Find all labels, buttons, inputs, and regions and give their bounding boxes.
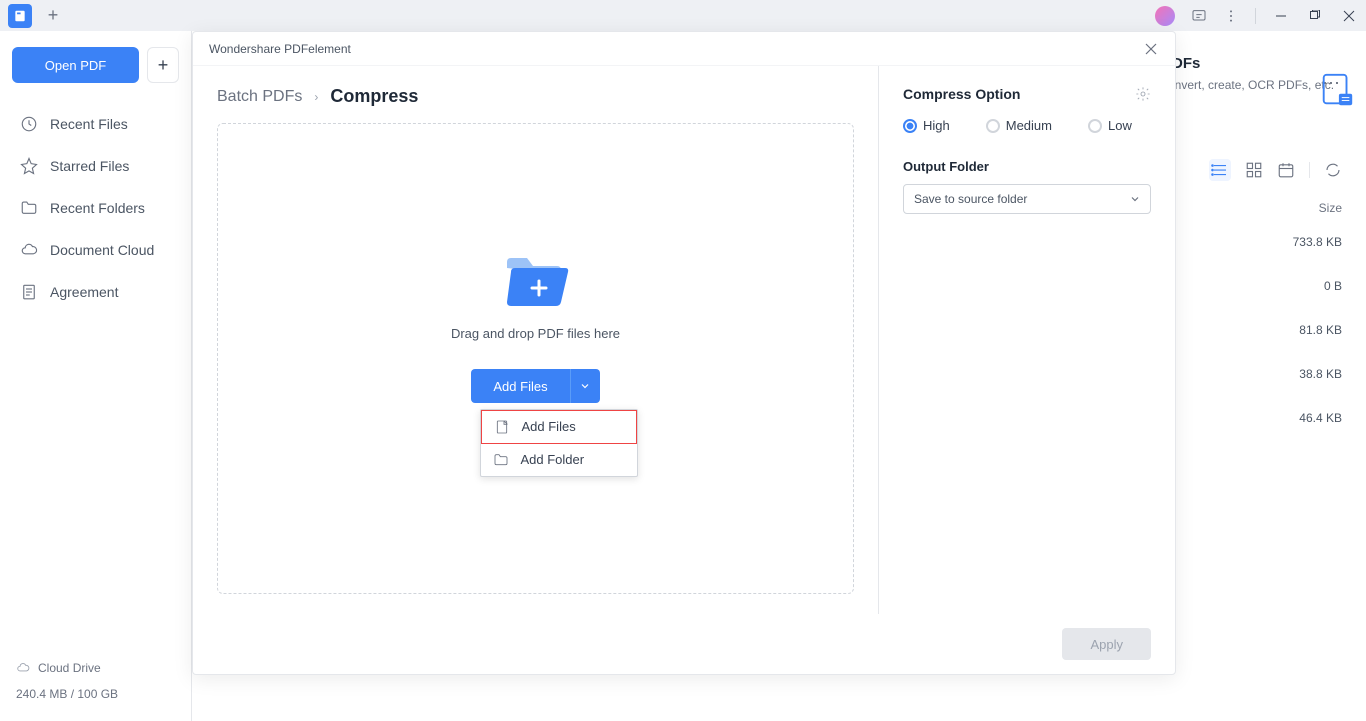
storage-usage: 240.4 MB / 100 GB [12,683,179,705]
cloud-small-icon [16,661,30,675]
sidebar-bottom: Cloud Drive 240.4 MB / 100 GB [12,653,179,705]
add-files-button[interactable]: Add Files [471,369,569,403]
file-size-value: 38.8 KB [1293,367,1342,381]
sidebar-item-recent-files[interactable]: Recent Files [12,103,179,145]
apply-button[interactable]: Apply [1062,628,1151,660]
add-files-menu: Add Files Add Folder [480,409,638,477]
radio-low[interactable]: Low [1088,118,1132,133]
breadcrumb: Batch PDFs › Compress [217,86,854,107]
select-value: Save to source folder [914,192,1027,206]
chevron-down-icon [1130,194,1140,204]
toolbar-divider [1309,162,1310,178]
sidebar: Open PDF + Recent Files Starred Files Re… [0,31,192,721]
menu-item-label: Add Files [522,419,576,434]
add-files-split-button: Add Files [471,369,599,403]
sidebar-item-recent-folders[interactable]: Recent Folders [12,187,179,229]
file-size-value: 0 B [1293,279,1342,293]
titlebar-divider [1255,8,1256,24]
banner-desc: convert, create, OCR PDFs, etc. [1162,76,1342,94]
banner-title: PDFs [1162,55,1342,72]
chevron-down-icon [580,381,590,391]
sidebar-item-label: Recent Folders [50,200,145,216]
document-icon [20,283,38,301]
user-avatar[interactable] [1155,6,1175,26]
modal-footer: Apply [193,614,1175,674]
sidebar-item-label: Agreement [50,284,118,300]
column-header-size: Size [1319,201,1342,215]
maximize-button[interactable] [1306,7,1324,25]
refresh-icon[interactable] [1324,161,1342,179]
grid-view-icon[interactable] [1245,161,1263,179]
file-size-value: 81.8 KB [1293,323,1342,337]
radio-high[interactable]: High [903,118,950,133]
calendar-icon[interactable] [1277,161,1295,179]
add-files-dropdown-toggle[interactable] [570,369,600,403]
dropzone-text: Drag and drop PDF files here [451,326,620,341]
sidebar-item-document-cloud[interactable]: Document Cloud [12,229,179,271]
titlebar-right [1155,6,1358,26]
clock-icon [20,115,38,133]
file-size-list: 733.8 KB 0 B 81.8 KB 38.8 KB 46.4 KB [1293,235,1342,425]
modal-body: Batch PDFs › Compress Drag and drop PDF … [193,66,1175,614]
gear-icon[interactable] [1135,86,1151,102]
sidebar-item-starred-files[interactable]: Starred Files [12,145,179,187]
kebab-icon[interactable] [1223,8,1239,24]
chevron-right-icon: › [314,90,318,104]
output-folder-label: Output Folder [903,159,1151,174]
radio-dot-icon [986,119,1000,133]
radio-dot-icon [1088,119,1102,133]
sidebar-item-label: Recent Files [50,116,128,132]
titlebar: + [0,0,1366,31]
view-toolbar [1209,159,1342,181]
breadcrumb-current: Compress [330,86,418,107]
sidebar-item-agreement[interactable]: Agreement [12,271,179,313]
compress-radio-group: High Medium Low [903,118,1151,133]
modal-right-panel: Compress Option High Medium Low Output F… [879,66,1175,614]
output-folder-select[interactable]: Save to source folder [903,184,1151,214]
file-plus-icon [494,419,510,435]
options-title: Compress Option [903,86,1020,102]
chat-icon[interactable] [1191,8,1207,24]
folder-plus-small-icon [493,452,509,468]
radio-dot-icon [903,119,917,133]
file-size-value: 46.4 KB [1293,411,1342,425]
folder-icon [20,199,38,217]
sidebar-item-label: Document Cloud [50,242,154,258]
list-view-icon[interactable] [1209,159,1231,181]
new-tab-button[interactable]: + [44,7,62,25]
breadcrumb-parent[interactable]: Batch PDFs [217,88,302,106]
banner-doc-icon [1318,71,1356,109]
minimize-button[interactable] [1272,7,1290,25]
menu-item-add-folder[interactable]: Add Folder [481,444,637,476]
radio-medium[interactable]: Medium [986,118,1052,133]
batch-compress-modal: Wondershare PDFelement Batch PDFs › Comp… [192,31,1176,675]
radio-label: High [923,118,950,133]
cloud-drive-label: Cloud Drive [38,661,101,675]
banner-card: PDFs convert, create, OCR PDFs, etc. [1162,55,1342,94]
star-icon [20,157,38,175]
file-size-value: 733.8 KB [1293,235,1342,249]
folder-plus-icon [501,254,571,310]
titlebar-left: + [8,4,62,28]
open-pdf-button[interactable]: Open PDF [12,47,139,83]
app-logo[interactable] [8,4,32,28]
radio-label: Low [1108,118,1132,133]
cloud-drive[interactable]: Cloud Drive [12,653,179,683]
sidebar-top: Open PDF + [12,47,179,83]
modal-header: Wondershare PDFelement [193,32,1175,66]
options-header: Compress Option [903,86,1151,102]
radio-label: Medium [1006,118,1052,133]
sidebar-plus-button[interactable]: + [147,47,179,83]
close-button[interactable] [1340,7,1358,25]
menu-item-label: Add Folder [521,452,585,467]
menu-item-add-files[interactable]: Add Files [481,410,637,444]
modal-title: Wondershare PDFelement [209,42,351,56]
cloud-icon [20,241,38,259]
modal-close-button[interactable] [1143,41,1159,57]
dropzone[interactable]: Drag and drop PDF files here Add Files A… [217,123,854,594]
modal-left-panel: Batch PDFs › Compress Drag and drop PDF … [193,66,879,614]
sidebar-item-label: Starred Files [50,158,129,174]
